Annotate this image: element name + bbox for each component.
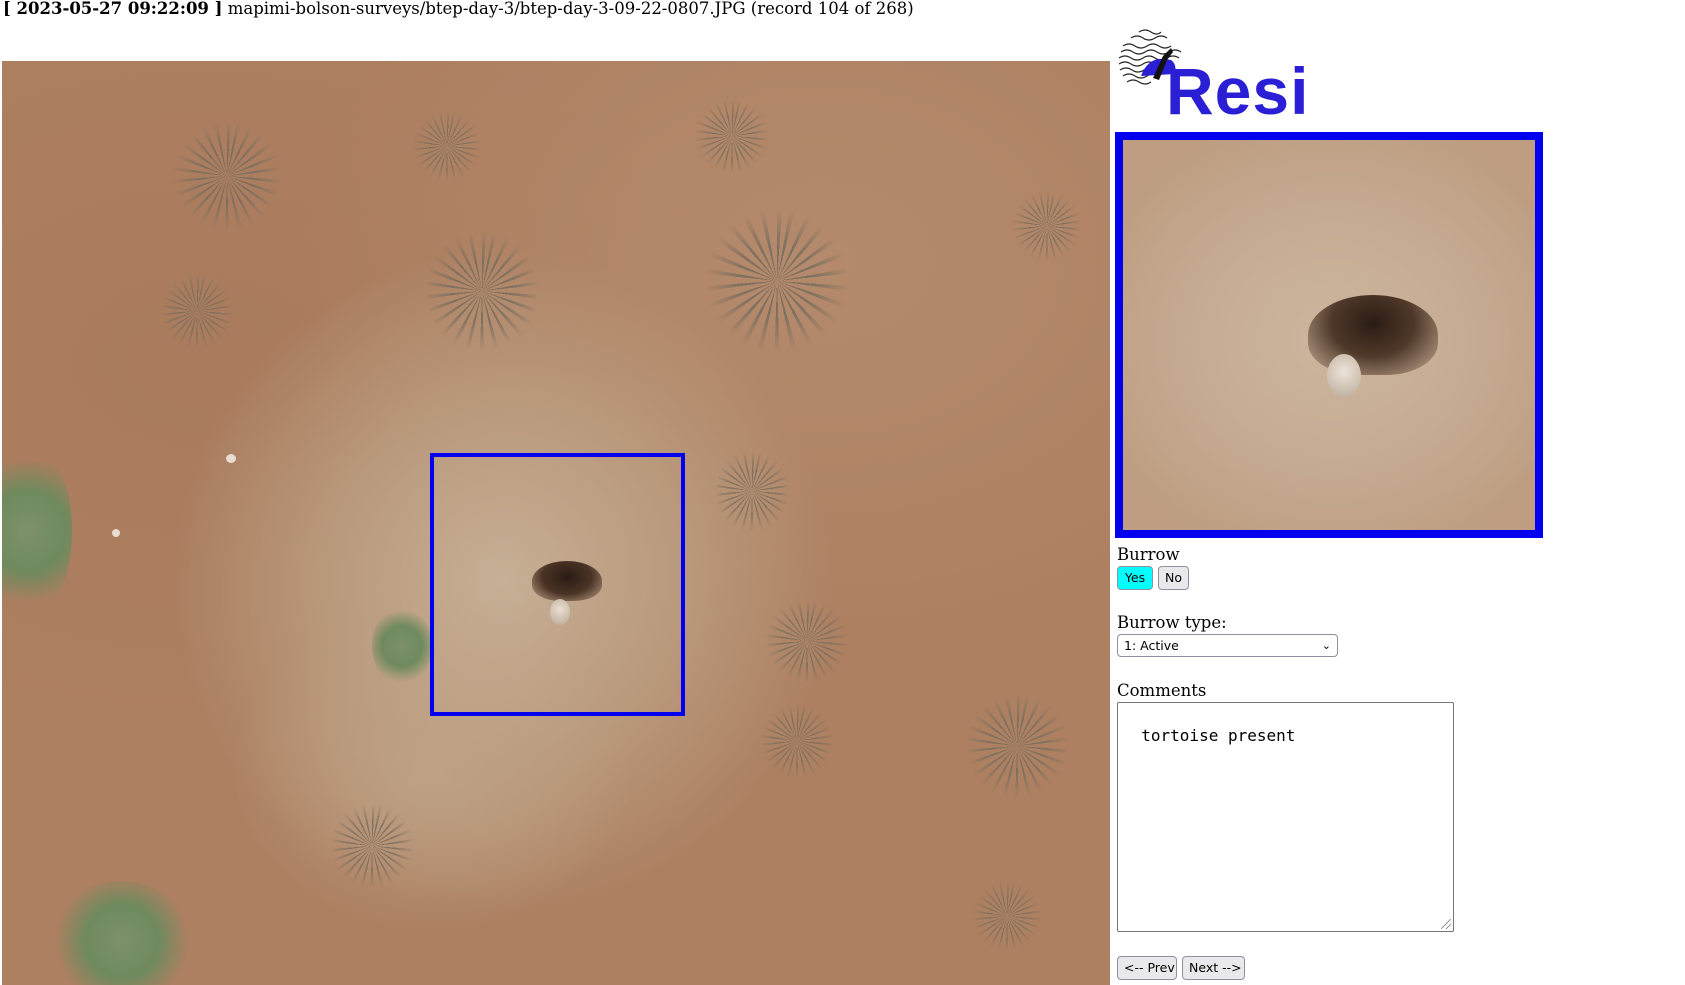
comments-label: Comments xyxy=(1117,681,1207,700)
resi-logo-text: Resi xyxy=(1166,54,1310,128)
dry-shrub xyxy=(1012,191,1082,261)
dry-shrub xyxy=(707,206,847,356)
green-shrub xyxy=(372,606,432,686)
zoomed-detection-preview xyxy=(1115,132,1543,538)
detection-bounding-box[interactable] xyxy=(430,453,685,716)
burrow-label: Burrow xyxy=(1117,545,1180,564)
prev-button[interactable]: <-- Prev xyxy=(1117,956,1177,980)
record-header: [ 2023-05-27 09:22:09 ] mapimi-bolson-su… xyxy=(3,0,914,20)
dry-shrub xyxy=(762,701,832,781)
burrow-type-label: Burrow type: xyxy=(1117,613,1227,632)
dry-shrub xyxy=(762,601,852,681)
green-shrub xyxy=(2,441,72,621)
tortoise-icon xyxy=(1327,354,1361,398)
dry-shrub xyxy=(332,801,412,891)
dry-shrub xyxy=(717,446,787,536)
dry-shrub xyxy=(412,111,482,181)
rock xyxy=(112,529,120,537)
record-timestamp: [ 2023-05-27 09:22:09 ] xyxy=(3,0,223,18)
record-file-path: mapimi-bolson-surveys/btep-day-3/btep-da… xyxy=(227,0,746,18)
dry-shrub xyxy=(972,881,1042,951)
comments-textarea[interactable]: tortoise present xyxy=(1117,702,1454,932)
burrow-yes-button[interactable]: Yes xyxy=(1117,566,1153,590)
burrow-no-button[interactable]: No xyxy=(1158,566,1189,590)
burrow-type-selected: 1: Active xyxy=(1124,638,1179,653)
dry-shrub xyxy=(172,121,282,231)
burrow-type-select[interactable]: 1: Active ⌄ xyxy=(1117,634,1338,657)
dry-shrub xyxy=(692,101,772,171)
chevron-down-icon: ⌄ xyxy=(1321,639,1331,652)
dry-shrub xyxy=(427,226,537,356)
green-shrub xyxy=(52,881,192,985)
dry-shrub xyxy=(162,271,232,351)
rock xyxy=(226,454,236,463)
burrow-entrance-zoom xyxy=(1308,295,1438,375)
aerial-image[interactable] xyxy=(2,61,1110,985)
comments-value: tortoise present xyxy=(1141,726,1296,745)
next-button[interactable]: Next --> xyxy=(1182,956,1245,980)
dry-shrub xyxy=(967,691,1067,801)
resize-grip-icon[interactable] xyxy=(1441,919,1451,929)
record-counter: (record 104 of 268) xyxy=(750,0,914,18)
